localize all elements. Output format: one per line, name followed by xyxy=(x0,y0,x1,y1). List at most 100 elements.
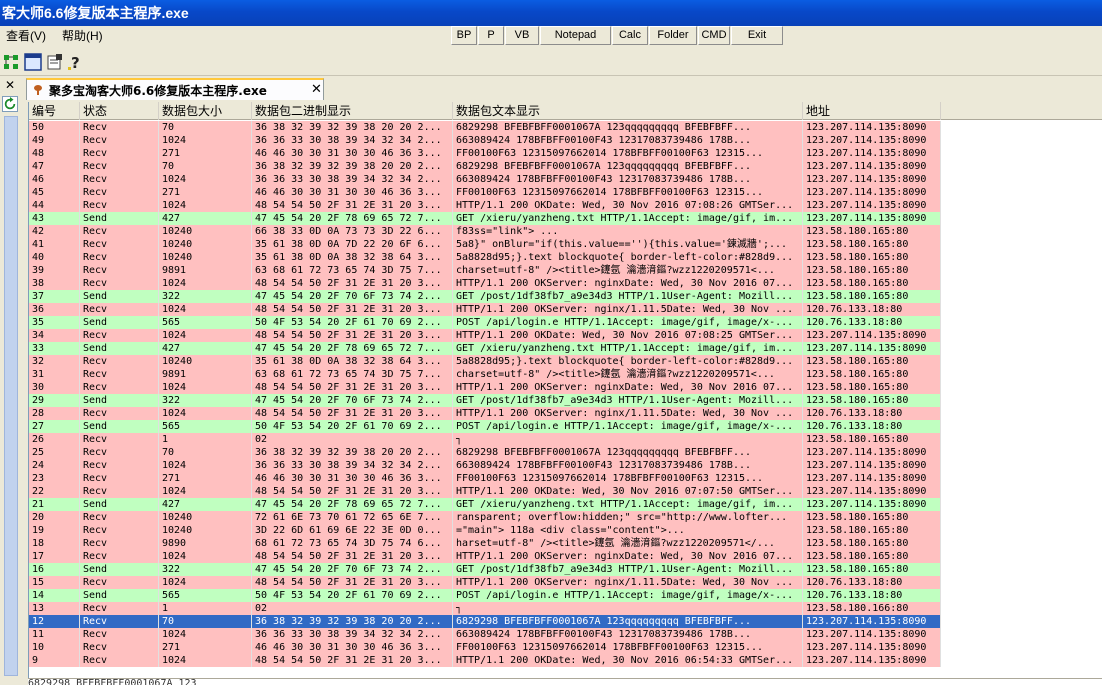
table-row[interactable]: 20 Recv 10240 72 61 6E 73 70 61 72 65 6E 7.… xyxy=(29,511,941,524)
cell-size: 10240 xyxy=(159,524,252,537)
cell-addr: 123.58.180.165:80 xyxy=(803,550,941,563)
table-row[interactable]: 36 Recv 1024 48 54 54 50 2F 31 2E 31 20 3..… xyxy=(29,303,941,316)
col-header-hex[interactable]: 数据包二进制显示 xyxy=(252,102,453,120)
col-header-status[interactable]: 状态 xyxy=(80,102,159,120)
table-row[interactable]: 26 Recv 1 02 ┐ 123.58.180.165:80 xyxy=(29,433,941,446)
table-row[interactable]: 23 Recv 271 46 46 30 30 31 30 30 46 36 3...… xyxy=(29,472,941,485)
cell-size: 322 xyxy=(159,290,252,303)
col-header-num[interactable]: 编号 xyxy=(29,102,80,120)
exit-button[interactable]: Exit xyxy=(731,26,783,45)
cell-status: Recv xyxy=(80,329,159,342)
tree-icon[interactable] xyxy=(2,53,20,71)
table-row[interactable]: 12 Recv 70 36 38 32 39 32 39 38 20 20 2... 6… xyxy=(29,615,941,628)
vb-button[interactable]: VB xyxy=(505,26,539,45)
cell-hex: 46 46 30 30 31 30 30 46 36 3... xyxy=(252,186,453,199)
menu-view[interactable]: 查看(V) xyxy=(6,28,46,45)
table-row[interactable]: 47 Recv 70 36 38 32 39 32 39 38 20 20 2... 6… xyxy=(29,160,941,173)
help-icon[interactable]: ? xyxy=(66,53,84,71)
menu-help[interactable]: 帮助(H) xyxy=(62,28,103,45)
table-row[interactable]: 34 Recv 1024 48 54 54 50 2F 31 2E 31 20 3..… xyxy=(29,329,941,342)
tab-close-icon[interactable]: ✕ xyxy=(311,81,322,97)
cell-status: Recv xyxy=(80,173,159,186)
table-row[interactable]: 48 Recv 271 46 46 30 30 31 30 30 46 36 3...… xyxy=(29,147,941,160)
cell-size: 427 xyxy=(159,498,252,511)
cell-num: 18 xyxy=(29,537,80,550)
cmd-button[interactable]: CMD xyxy=(698,26,730,45)
cell-text: 5a8}" onBlur="if(this.value==''){this.va… xyxy=(453,238,803,251)
cell-text: HTTP/1.1 200 OKServer: nginx/1.11.5Date:… xyxy=(453,407,803,420)
cell-hex: 35 61 38 0D 0A 38 32 38 64 3... xyxy=(252,355,453,368)
table-row[interactable]: 17 Recv 1024 48 54 54 50 2F 31 2E 31 20 3..… xyxy=(29,550,941,563)
table-row[interactable]: 32 Recv 10240 35 61 38 0D 0A 38 32 38 64 3.… xyxy=(29,355,941,368)
properties-icon[interactable] xyxy=(46,53,64,71)
table-row[interactable]: 10 Recv 271 46 46 30 30 31 30 30 46 36 3...… xyxy=(29,641,941,654)
table-row[interactable]: 18 Recv 9890 68 61 72 73 65 74 3D 75 74 6..… xyxy=(29,537,941,550)
table-row[interactable]: 16 Send 322 47 45 54 20 2F 70 6F 73 74 2...… xyxy=(29,563,941,576)
table-row[interactable]: 31 Recv 9891 63 68 61 72 73 65 74 3D 75 7..… xyxy=(29,368,941,381)
table-row[interactable]: 42 Recv 10240 66 38 33 0D 0A 73 73 3D 22 6.… xyxy=(29,225,941,238)
table-row[interactable]: 41 Recv 10240 35 61 38 0D 0A 7D 22 20 6F 6.… xyxy=(29,238,941,251)
col-header-addr[interactable]: 地址 xyxy=(803,102,941,120)
table-row[interactable]: 30 Recv 1024 48 54 54 50 2F 31 2E 31 20 3..… xyxy=(29,381,941,394)
cell-hex: 47 45 54 20 2F 78 69 65 72 7... xyxy=(252,342,453,355)
cell-hex: 36 36 33 30 38 39 34 32 34 2... xyxy=(252,628,453,641)
cell-status: Recv xyxy=(80,576,159,589)
table-row[interactable]: 44 Recv 1024 48 54 54 50 2F 31 2E 31 20 3..… xyxy=(29,199,941,212)
window-icon[interactable] xyxy=(24,53,42,71)
refresh-icon[interactable] xyxy=(2,96,18,112)
cell-addr: 123.58.180.165:80 xyxy=(803,264,941,277)
cell-text: FF00100F63 12315097662014 178BFBFF00100F… xyxy=(453,147,803,160)
table-row[interactable]: 45 Recv 271 46 46 30 30 31 30 30 46 36 3...… xyxy=(29,186,941,199)
table-row[interactable]: 28 Recv 1024 48 54 54 50 2F 31 2E 31 20 3..… xyxy=(29,407,941,420)
table-row[interactable]: 13 Recv 1 02 ┐ 123.58.180.166:80 xyxy=(29,602,941,615)
table-row[interactable]: 38 Recv 1024 48 54 54 50 2F 31 2E 31 20 3..… xyxy=(29,277,941,290)
table-row[interactable]: 49 Recv 1024 36 36 33 30 38 39 34 32 34 2..… xyxy=(29,134,941,147)
table-row[interactable]: 35 Send 565 50 4F 53 54 20 2F 61 70 69 2...… xyxy=(29,316,941,329)
tab-main-program[interactable]: 聚多宝淘客大师6.6修复版本主程序.exe ✕ xyxy=(26,78,324,100)
table-row[interactable]: 29 Send 322 47 45 54 20 2F 70 6F 73 74 2...… xyxy=(29,394,941,407)
table-row[interactable]: 37 Send 322 47 45 54 20 2F 70 6F 73 74 2...… xyxy=(29,290,941,303)
table-row[interactable]: 43 Send 427 47 45 54 20 2F 78 69 65 72 7...… xyxy=(29,212,941,225)
cell-status: Recv xyxy=(80,303,159,316)
cell-addr: 123.207.114.135:8090 xyxy=(803,628,941,641)
cell-size: 1024 xyxy=(159,199,252,212)
table-row[interactable]: 15 Recv 1024 48 54 54 50 2F 31 2E 31 20 3..… xyxy=(29,576,941,589)
table-row[interactable]: 50 Recv 70 36 38 32 39 32 39 38 20 20 2... 6… xyxy=(29,121,941,134)
table-row[interactable]: 25 Recv 70 36 38 32 39 32 39 38 20 20 2... 6… xyxy=(29,446,941,459)
cell-status: Recv xyxy=(80,225,159,238)
col-header-size[interactable]: 数据包大小 xyxy=(159,102,252,120)
table-row[interactable]: 22 Recv 1024 48 54 54 50 2F 31 2E 31 20 3..… xyxy=(29,485,941,498)
cell-status: Recv xyxy=(80,446,159,459)
cell-num: 26 xyxy=(29,433,80,446)
cell-addr: 123.58.180.165:80 xyxy=(803,537,941,550)
table-row[interactable]: 39 Recv 9891 63 68 61 72 73 65 74 3D 75 7..… xyxy=(29,264,941,277)
table-row[interactable]: 21 Send 427 47 45 54 20 2F 78 69 65 72 7...… xyxy=(29,498,941,511)
calc-button[interactable]: Calc xyxy=(612,26,648,45)
cell-addr: 123.207.114.135:8090 xyxy=(803,654,941,667)
cell-addr: 123.58.180.165:80 xyxy=(803,433,941,446)
table-row[interactable]: 24 Recv 1024 36 36 33 30 38 39 34 32 34 2..… xyxy=(29,459,941,472)
tab-strip: 聚多宝淘客大师6.6修复版本主程序.exe ✕ xyxy=(22,76,1102,100)
col-header-text[interactable]: 数据包文本显示 xyxy=(453,102,803,120)
p-button[interactable]: P xyxy=(478,26,504,45)
folder-button[interactable]: Folder xyxy=(649,26,697,45)
table-row[interactable]: 19 Recv 10240 3D 22 6D 61 69 6E 22 3E 0D 0.… xyxy=(29,524,941,537)
table-row[interactable]: 40 Recv 10240 35 61 38 0D 0A 38 32 38 64 3.… xyxy=(29,251,941,264)
table-row[interactable]: 14 Send 565 50 4F 53 54 20 2F 61 70 69 2...… xyxy=(29,589,941,602)
cell-hex: 48 54 54 50 2F 31 2E 31 20 3... xyxy=(252,277,453,290)
side-scrollbar[interactable] xyxy=(4,116,18,676)
cell-size: 1024 xyxy=(159,277,252,290)
bp-button[interactable]: BP xyxy=(451,26,477,45)
close-icon[interactable]: ✕ xyxy=(2,78,18,92)
notepad-button[interactable]: Notepad xyxy=(540,26,611,45)
cell-num: 34 xyxy=(29,329,80,342)
table-row[interactable]: 46 Recv 1024 36 36 33 30 38 39 34 32 34 2..… xyxy=(29,173,941,186)
table-row[interactable]: 27 Send 565 50 4F 53 54 20 2F 61 70 69 2...… xyxy=(29,420,941,433)
table-row[interactable]: 33 Send 427 47 45 54 20 2F 78 69 65 72 7...… xyxy=(29,342,941,355)
cell-addr: 120.76.133.18:80 xyxy=(803,316,941,329)
cell-num: 45 xyxy=(29,186,80,199)
table-row[interactable]: 9 Recv 1024 48 54 54 50 2F 31 2E 31 20 3...… xyxy=(29,654,941,667)
cell-text: POST /api/login.e HTTP/1.1Accept: image/… xyxy=(453,420,803,433)
cell-size: 1024 xyxy=(159,329,252,342)
table-row[interactable]: 11 Recv 1024 36 36 33 30 38 39 34 32 34 2..… xyxy=(29,628,941,641)
